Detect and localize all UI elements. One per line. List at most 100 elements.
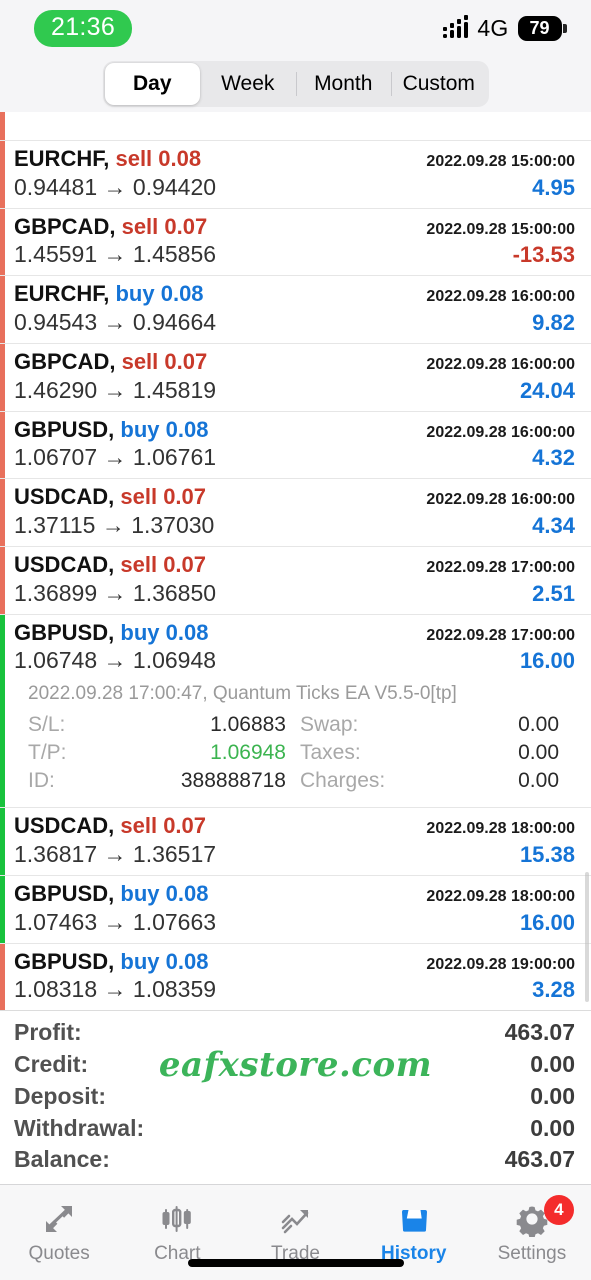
row-volume: 0.08 xyxy=(165,619,209,645)
row-prices: 1.06707 → 1.06761 xyxy=(14,444,217,471)
tab-quotes[interactable]: Quotes xyxy=(0,1185,118,1280)
app-root: 21:36 4G 79 Day Week Month Custom EURCHF… xyxy=(0,0,591,1280)
summary-label: Withdrawal: xyxy=(14,1114,145,1141)
summary-row-deposit: Deposit: 0.00 xyxy=(14,1081,575,1113)
row-symbol: USDCAD, sell 0.07 xyxy=(14,551,207,577)
row-direction: sell xyxy=(121,213,159,239)
account-summary: eafxstore.com Profit: 463.07 Credit: 0.0… xyxy=(0,1010,591,1184)
row-prices: 1.07463 → 1.07663 xyxy=(14,908,217,935)
row-direction: sell xyxy=(120,551,158,577)
quotes-arrows-icon xyxy=(41,1201,77,1237)
table-row[interactable]: USDCAD, sell 0.07 2022.09.28 17:00:00 1.… xyxy=(0,546,591,615)
table-row[interactable]: USDCAD, sell 0.07 2022.09.28 16:00:00 1.… xyxy=(0,479,591,547)
table-row-expanded[interactable]: GBPUSD, buy 0.08 2022.09.28 17:00:00 1.0… xyxy=(0,614,591,809)
row-prices: 0.94543 → 0.94664 xyxy=(14,309,217,336)
detail-label: Taxes: xyxy=(300,741,361,765)
battery-percent: 79 xyxy=(517,15,562,41)
row-symbol: EURCHF, buy 0.08 xyxy=(14,281,204,307)
row-prices: 1.05790 → 1.05797 xyxy=(14,112,216,118)
row-direction-edge xyxy=(0,943,5,1011)
row-direction: sell xyxy=(120,813,158,839)
row-volume: 0.07 xyxy=(163,813,207,839)
row-volume: 0.08 xyxy=(160,281,204,307)
detail-row-tp: T/P: 1.06948 xyxy=(28,741,286,765)
row-profit: 9.82 xyxy=(532,310,575,336)
summary-row-credit: Credit: 0.00 xyxy=(14,1049,575,1081)
row-volume: 0.08 xyxy=(158,146,202,171)
row-direction-edge xyxy=(0,141,5,208)
row-direction: buy xyxy=(120,880,160,906)
status-bar: 21:36 4G 79 xyxy=(0,0,591,56)
row-profit: 16.00 xyxy=(519,648,575,674)
row-symbol: USDCAD, sell 0.07 xyxy=(14,484,207,510)
detail-row-sl: S/L: 1.06883 xyxy=(28,713,286,737)
row-prices: 1.36899 → 1.36850 xyxy=(14,579,217,606)
detail-value: 0.00 xyxy=(518,713,559,737)
tab-period-month[interactable]: Month xyxy=(295,63,392,105)
vertical-scrollbar[interactable] xyxy=(585,872,589,1002)
row-prices: 1.45591 → 1.45856 xyxy=(14,241,217,268)
summary-label: Credit: xyxy=(14,1051,89,1078)
table-row[interactable]: USDCAD, sell 0.07 2022.09.28 18:00:00 1.… xyxy=(0,808,591,876)
row-direction-edge xyxy=(0,479,5,546)
table-row[interactable]: GBPUSD, buy 0.08 2022.09.28 18:00:00 1.0… xyxy=(0,875,591,944)
summary-value: 0.00 xyxy=(530,1114,575,1141)
bottom-tab-bar: Quotes Chart Trade History 4 Settings xyxy=(0,1184,591,1280)
row-time: 2022.09.28 16:00:00 xyxy=(426,423,575,441)
detail-value: 388888718 xyxy=(180,769,286,793)
row-time: 2022.09.28 17:00:00 xyxy=(426,558,575,576)
tab-settings[interactable]: 4 Settings xyxy=(473,1185,591,1280)
summary-value: 0.00 xyxy=(530,1082,575,1109)
row-direction: buy xyxy=(120,619,160,645)
detail-row-id: ID: 388888718 xyxy=(28,769,286,793)
row-direction: buy xyxy=(120,416,160,442)
row-profit: 24.04 xyxy=(519,377,575,403)
row-profit: 15.38 xyxy=(519,842,575,868)
row-direction-edge xyxy=(0,411,5,479)
summary-label: Balance: xyxy=(14,1146,110,1173)
detail-row-swap: Swap: 0.00 xyxy=(286,713,559,737)
row-direction: sell xyxy=(115,146,153,171)
settings-badge: 4 xyxy=(543,1195,574,1225)
tab-period-custom[interactable]: Custom xyxy=(391,63,487,105)
network-type-label: 4G xyxy=(477,14,509,41)
row-profit: 16.00 xyxy=(519,909,575,935)
trade-detail-right-column: Swap: 0.00 Taxes: 0.00 Charges: 0.00 xyxy=(286,713,559,793)
trade-detail-panel: 2022.09.28 17:00:47, Quantum Ticks EA V5… xyxy=(14,675,575,801)
row-volume: 0.08 xyxy=(165,948,209,974)
row-volume: 0.07 xyxy=(163,484,207,510)
tab-period-day[interactable]: Day xyxy=(104,63,200,105)
summary-row-withdrawal: Withdrawal: 0.00 xyxy=(14,1113,575,1145)
detail-label: Swap: xyxy=(300,713,359,737)
status-time: 21:36 xyxy=(34,9,133,47)
row-symbol: GBPCAD, sell 0.07 xyxy=(14,213,208,239)
table-row[interactable]: EURCHF, sell 0.08 2022.09.28 15:00:00 0.… xyxy=(0,141,591,209)
summary-row-profit: Profit: 463.07 xyxy=(14,1017,575,1049)
row-volume: 0.08 xyxy=(165,880,209,906)
table-row-partial[interactable]: 1.05790 → 1.05797 -0.56 xyxy=(0,112,591,141)
detail-label: S/L: xyxy=(28,713,66,737)
table-row[interactable]: GBPUSD, buy 0.08 2022.09.28 16:00:00 1.0… xyxy=(0,411,591,480)
table-row[interactable]: EURCHF, buy 0.08 2022.09.28 16:00:00 0.9… xyxy=(0,276,591,344)
row-direction-edge xyxy=(0,276,5,343)
row-symbol: GBPCAD, sell 0.07 xyxy=(14,348,208,374)
row-time: 2022.09.28 18:00:00 xyxy=(426,887,575,905)
row-direction-edge xyxy=(0,808,5,875)
trade-detail-left-column: S/L: 1.06883 T/P: 1.06948 ID: 388888718 xyxy=(28,713,286,793)
row-direction-edge xyxy=(0,208,5,276)
tab-period-week[interactable]: Week xyxy=(200,63,296,105)
row-symbol: EURCHF, sell 0.08 xyxy=(14,146,202,171)
table-row[interactable]: GBPUSD, buy 0.08 2022.09.28 19:00:00 1.0… xyxy=(0,943,591,1011)
history-list[interactable]: 1.05790 → 1.05797 -0.56 EURCHF, sell 0.0… xyxy=(0,112,591,1011)
status-indicators: 4G 79 xyxy=(442,14,567,42)
row-prices: 1.46290 → 1.45819 xyxy=(14,376,217,403)
row-prices: 1.36817 → 1.36517 xyxy=(14,841,217,868)
candlestick-icon xyxy=(159,1201,195,1237)
table-row[interactable]: GBPCAD, sell 0.07 2022.09.28 16:00:00 1.… xyxy=(0,343,591,412)
table-row[interactable]: GBPCAD, sell 0.07 2022.09.28 15:00:00 1.… xyxy=(0,208,591,277)
detail-row-charges: Charges: 0.00 xyxy=(286,769,559,793)
detail-row-taxes: Taxes: 0.00 xyxy=(286,741,559,765)
row-profit: 2.51 xyxy=(532,580,575,606)
battery-icon: 79 xyxy=(517,15,567,41)
period-segmented-control[interactable]: Day Week Month Custom xyxy=(102,61,489,107)
